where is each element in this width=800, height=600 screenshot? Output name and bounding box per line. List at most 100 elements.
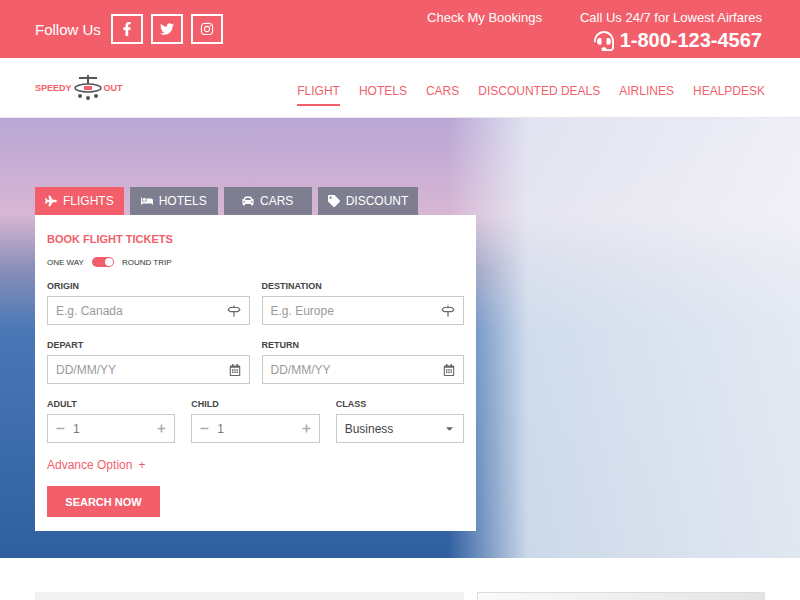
input-icon-wrap: [441, 304, 455, 318]
calendar-icon: [443, 364, 455, 376]
search-tab-label: DISCOUNT: [346, 194, 409, 208]
field-label: CLASS: [336, 399, 464, 409]
instagram-icon: [200, 22, 214, 36]
support-icon: [594, 31, 614, 51]
booking-card: BOOK FLIGHT TICKETS ONE WAY ROUND TRIP ORIG…: [35, 215, 476, 531]
tag-icon: [328, 195, 340, 207]
search-tab[interactable]: CARS: [224, 187, 312, 215]
class-select[interactable]: Business: [336, 414, 464, 443]
counter-field: ADULT 1: [47, 399, 175, 443]
field-label: ADULT: [47, 399, 175, 409]
facebook-icon: [120, 22, 134, 36]
search-button[interactable]: SEARCH NOW: [47, 486, 160, 517]
top-links: Check My Bookings Call Us 24/7 for Lowest…: [427, 0, 762, 52]
field: DESTINATION E.g. Europe: [262, 281, 465, 325]
nav-item[interactable]: HEALPDESK: [693, 76, 765, 106]
search-tab-label: FLIGHTS: [63, 194, 114, 208]
bookings-link[interactable]: Check My Bookings: [427, 10, 542, 52]
class-field: CLASS Business: [336, 399, 464, 443]
twitter-icon: [160, 22, 174, 36]
minus-icon: [56, 424, 65, 433]
field-label: DEPART: [47, 340, 250, 350]
nav-item[interactable]: DISCOUNTED DEALS: [478, 76, 600, 106]
advance-option[interactable]: Advance Option +: [47, 458, 464, 472]
hero-photo: FLIGHTS HOTELS CARS DISCOUNT BOOK FLIGHT TIC…: [0, 118, 800, 558]
booking-title: BOOK FLIGHT TICKETS: [47, 233, 464, 245]
field: RETURN DD/MM/YY: [262, 340, 465, 384]
nav-item[interactable]: AIRLINES: [619, 76, 674, 106]
text-input[interactable]: DD/MM/YY: [262, 355, 465, 384]
plane-icon: [45, 195, 57, 207]
input-icon-wrap: [227, 304, 241, 318]
search-tab[interactable]: HOTELS: [130, 187, 218, 215]
car-icon: [242, 195, 254, 207]
phone-text: 1-800-123-4567: [620, 29, 762, 52]
advance-mark: +: [138, 458, 145, 472]
nav-item[interactable]: HOTELS: [359, 76, 407, 106]
field-label: CHILD: [191, 399, 319, 409]
thumbnail-image: [477, 592, 765, 600]
nav-item[interactable]: FLIGHT: [297, 76, 340, 106]
field-label: DESTINATION: [262, 281, 465, 291]
text-input[interactable]: E.g. Canada: [47, 296, 250, 325]
signpost-icon: [441, 304, 455, 318]
logo[interactable]: SPEEDY OUT: [35, 74, 123, 102]
placeholder: DD/MM/YY: [56, 363, 116, 377]
one-way-label: ONE WAY: [47, 258, 84, 267]
minus-icon: [200, 424, 209, 433]
instagram-button[interactable]: [191, 14, 223, 44]
search-tab[interactable]: FLIGHTS: [35, 187, 124, 215]
content-strip: [35, 592, 464, 600]
trip-toggle-row: ONE WAY ROUND TRIP: [47, 257, 464, 267]
nav-item[interactable]: CARS: [426, 76, 459, 106]
input-icon-wrap: [443, 364, 455, 376]
minus-button[interactable]: [56, 424, 65, 433]
plane-logo-icon: [73, 74, 103, 102]
twitter-button[interactable]: [151, 14, 183, 44]
facebook-button[interactable]: [111, 14, 143, 44]
call-label: Call Us 24/7 for Lowest Airfares: [580, 10, 762, 25]
advance-label: Advance Option: [47, 458, 132, 472]
stepper-value[interactable]: 1: [65, 422, 157, 436]
field-label: RETURN: [262, 340, 465, 350]
minus-button[interactable]: [200, 424, 209, 433]
input-icon-wrap: [229, 364, 241, 376]
text-input[interactable]: DD/MM/YY: [47, 355, 250, 384]
field-grid: ORIGINE.g. CanadaDESTINATIONE.g. EuropeD…: [47, 281, 464, 384]
passenger-grid: ADULT 1 CHILD 1 CLASS Business: [47, 399, 464, 443]
search-tab[interactable]: DISCOUNT: [318, 187, 419, 215]
plus-button[interactable]: [302, 424, 311, 433]
bed-icon: [141, 195, 153, 207]
placeholder: DD/MM/YY: [271, 363, 331, 377]
plus-button[interactable]: [157, 424, 166, 433]
placeholder: E.g. Europe: [271, 304, 334, 318]
follow-group: Follow Us: [35, 0, 223, 58]
field: DEPART DD/MM/YY: [47, 340, 250, 384]
logo-left: SPEEDY: [35, 83, 72, 93]
stepper-value[interactable]: 1: [209, 422, 301, 436]
phone-number[interactable]: 1-800-123-4567: [594, 29, 762, 52]
plus-icon: [157, 424, 166, 433]
text-input[interactable]: E.g. Europe: [262, 296, 465, 325]
caret-wrap: [444, 423, 455, 434]
search-tabs: FLIGHTS HOTELS CARS DISCOUNT: [35, 187, 800, 215]
logo-right: OUT: [104, 83, 123, 93]
class-value: Business: [345, 422, 394, 436]
top-bar: Follow Us Check My Bookings Call Us 24/7 f…: [0, 0, 800, 58]
below-section: [0, 558, 800, 600]
nav-list: FLIGHT HOTELS CARS DISCOUNTED DEALS AIRLINES…: [297, 58, 765, 117]
search-tab-label: CARS: [260, 194, 293, 208]
stepper: 1: [191, 414, 319, 443]
call-block: Call Us 24/7 for Lowest Airfares 1-800-12…: [580, 10, 762, 52]
plus-icon: [302, 424, 311, 433]
signpost-icon: [227, 304, 241, 318]
page: Follow Us Check My Bookings Call Us 24/7 f…: [0, 0, 800, 600]
search-tab-label: HOTELS: [159, 194, 207, 208]
field-label: ORIGIN: [47, 281, 250, 291]
toggle-knob: [105, 258, 113, 266]
field: ORIGIN E.g. Canada: [47, 281, 250, 325]
follow-label: Follow Us: [35, 21, 101, 38]
trip-toggle[interactable]: [92, 257, 114, 267]
caret-down-icon: [444, 423, 455, 434]
round-trip-label: ROUND TRIP: [122, 258, 172, 267]
